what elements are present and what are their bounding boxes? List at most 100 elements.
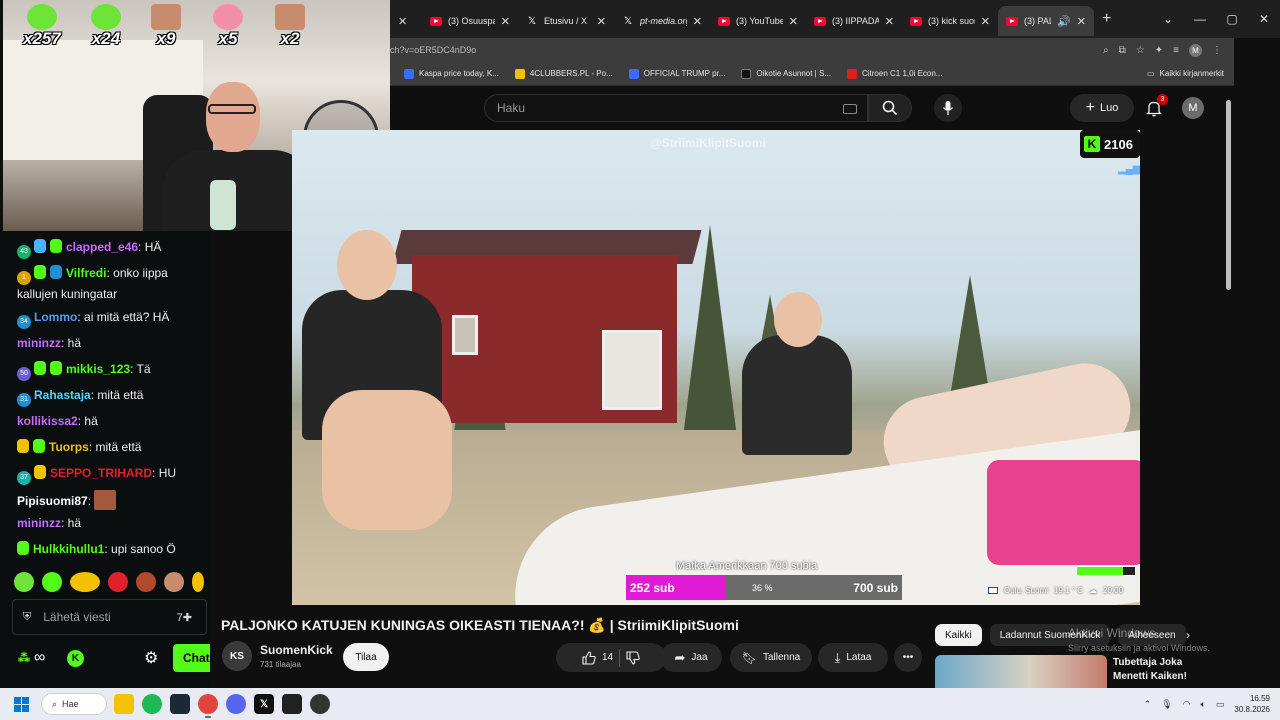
recommended-title[interactable]: Tubettaja Joka Menetti Kaiken! [1113,656,1187,684]
tab-active[interactable]: (3) PALJO 🔊 ✕ [998,6,1094,36]
discord-icon[interactable] [226,694,246,714]
download-button[interactable]: ⤓ Lataa [818,643,888,672]
emote-icon[interactable] [42,572,62,592]
chat-username[interactable]: mininzz [17,516,61,530]
chevron-right-icon[interactable]: › [1186,628,1190,642]
channel-name[interactable]: SuomenKick [260,643,333,657]
recommended-thumbnail[interactable] [935,655,1107,688]
menu-icon[interactable]: ⋮ [1212,45,1222,56]
gear-icon[interactable]: ⚙ [144,648,158,668]
chat-input[interactable]: ⛨ Lähetä viesti 7✚ [12,599,207,635]
close-icon[interactable]: ✕ [981,15,990,28]
create-button[interactable]: + Luo [1070,94,1134,122]
channel-avatar[interactable]: KS [222,641,252,671]
chat-username[interactable]: SEPPO_TRIHARD [50,466,152,480]
new-tab-button[interactable]: + [1102,10,1122,28]
rl-app-icon[interactable] [282,694,302,714]
chat-username[interactable]: Pipisuomi87 [17,494,88,508]
search-input[interactable]: Haku [484,94,868,122]
chat-username[interactable]: Rahastaja [34,388,91,402]
search-button[interactable] [868,94,912,122]
close-window-button[interactable]: ✕ [1248,0,1280,38]
video-player[interactable]: @StriimiKlipitSuomi K 2106 ▂▄▆ Matka Ame… [292,130,1140,605]
emote-icon[interactable] [14,572,34,592]
chat-send-button[interactable]: Chat [173,644,210,672]
chat-username[interactable]: mininzz [17,336,61,350]
voice-search-button[interactable] [934,94,962,122]
points-icon[interactable]: ⁂ [18,651,30,665]
close-icon[interactable]: ✕ [501,15,510,28]
bookmark[interactable]: Oikotie Asunnot | S... [741,68,831,79]
emote-icon[interactable] [70,572,100,592]
obs-icon[interactable] [310,694,330,714]
chat-username[interactable]: clapped_e46 [66,240,138,254]
close-icon[interactable]: ✕ [693,15,702,28]
tab[interactable]: (3) Osuuspankki ✕ [422,6,518,36]
zoom-icon[interactable]: ⌕ [1103,45,1109,56]
bookmark[interactable]: Kaspa price today, K... [404,68,499,79]
keyboard-icon[interactable] [843,104,857,114]
chat-username[interactable]: Hulkkihullu1 [33,542,104,556]
tab[interactable]: (3) kick suomi ✕ [902,6,998,36]
chevron-up-icon[interactable]: ⌃ [1144,699,1152,710]
close-icon[interactable]: ✕ [398,15,407,28]
wifi-icon[interactable]: ◠ [1183,699,1191,710]
chat-username[interactable]: kollikissa2 [17,414,78,428]
taskbar-search[interactable]: ⌕ Hae [41,693,107,715]
close-icon[interactable]: ✕ [885,15,894,28]
kick-logo-icon[interactable]: K [67,649,84,667]
chip-all[interactable]: Kaikki [935,624,982,646]
close-icon[interactable]: ✕ [597,15,606,28]
emote-menu-icon[interactable]: 7✚ [177,611,192,624]
url-field[interactable]: ch?v=oER5DC4nD9o [390,45,1103,55]
minimize-button[interactable]: — [1184,0,1216,38]
spotify-icon[interactable] [142,694,162,714]
tab[interactable]: (3) IIPPADAA ✕ [806,6,902,36]
close-icon[interactable]: ✕ [789,15,798,28]
clock[interactable]: 16.59 30.8.2026 [1234,693,1270,715]
chat-username[interactable]: Vilfredi [66,266,106,280]
chat-username[interactable]: mikkis_123 [66,362,130,376]
scrollbar-thumb[interactable] [1226,100,1231,290]
extensions-icon[interactable]: ✦ [1155,45,1163,56]
battery-icon[interactable]: ▭ [1216,699,1225,710]
file-explorer-icon[interactable] [114,694,134,714]
account-avatar[interactable]: M [1182,97,1204,119]
speaker-icon[interactable]: 🔊 [1057,15,1071,28]
tab[interactable]: 𝕏 pt-media.org ✕ [614,6,710,36]
emote-icon[interactable] [164,572,184,592]
maximize-button[interactable]: ▢ [1216,0,1248,38]
like-button[interactable]: 14 [582,650,613,665]
close-icon[interactable]: ✕ [1077,15,1086,28]
emote-icon[interactable] [108,572,128,592]
chat-username[interactable]: Tuorps [49,440,89,454]
reading-list-icon[interactable]: ≡ [1173,45,1179,56]
save-button[interactable]: 🔖︎ Tallenna [730,643,812,672]
share-button[interactable]: ➦ Jaa [660,643,722,672]
tab-search-icon[interactable]: ⌄ [1152,0,1184,38]
volume-icon[interactable]: 🔈︎ [1200,699,1205,710]
more-actions-button[interactable]: ••• [894,643,922,672]
steam-icon[interactable] [170,694,190,714]
dislike-button[interactable] [626,650,640,665]
tab[interactable]: 𝕏 Etusivu / X ✕ [518,6,614,36]
x-app-icon[interactable]: 𝕏 [254,694,274,714]
microphone-icon[interactable]: 🎙︎ [1161,699,1172,710]
profile-avatar[interactable]: M [1189,43,1202,57]
cast-icon[interactable]: ⧉ [1119,45,1126,56]
chrome-icon[interactable] [198,694,218,718]
bookmark-star-icon[interactable]: ☆ [1136,45,1145,56]
windows-start-icon[interactable] [14,697,29,712]
tab[interactable]: (3) YouTube ✕ [710,6,806,36]
page-scrollbar[interactable] [1224,86,1234,688]
subscribe-button[interactable]: Tilaa [343,643,389,671]
emote-icon[interactable] [192,572,204,592]
all-bookmarks[interactable]: ▭ Kaikki kirjanmerkit [1147,69,1234,78]
tab[interactable]: ✕ [390,6,422,36]
bookmark[interactable]: Citroen C1 1,0i Econ... [846,68,942,79]
chat-username[interactable]: Lommo [34,310,77,324]
bookmark[interactable]: 4CLUBBERS.PL - Po... [514,68,613,79]
bookmark[interactable]: OFFICIAL TRUMP pr... [628,68,725,79]
notifications-button[interactable]: 3 [1142,94,1168,120]
emote-icon[interactable] [136,572,156,592]
